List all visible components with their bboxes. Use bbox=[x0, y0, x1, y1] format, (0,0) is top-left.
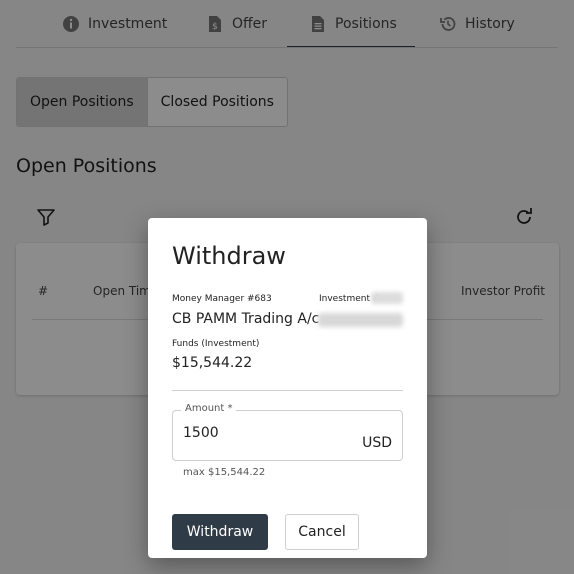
money-manager-name: CB PAMM Trading A/c bbox=[172, 311, 320, 327]
money-manager-label: Money Manager #683 bbox=[172, 294, 272, 304]
withdraw-button[interactable]: Withdraw bbox=[172, 514, 268, 550]
funds-label: Funds (Investment) bbox=[172, 339, 260, 349]
redacted-investor-name bbox=[318, 313, 403, 327]
amount-field: Amount * USD bbox=[172, 403, 403, 461]
redacted-investment-id bbox=[371, 292, 403, 304]
amount-label: Amount * bbox=[181, 403, 237, 414]
amount-input[interactable] bbox=[183, 425, 343, 441]
amount-currency: USD bbox=[362, 435, 392, 451]
dialog-title: Withdraw bbox=[172, 242, 286, 270]
cancel-button[interactable]: Cancel bbox=[285, 514, 359, 550]
funds-value: $15,544.22 bbox=[172, 355, 253, 371]
withdraw-dialog: Withdraw Money Manager #683 Investment #… bbox=[148, 218, 427, 558]
dialog-divider bbox=[172, 390, 403, 391]
max-amount-hint: max $15,544.22 bbox=[183, 467, 266, 478]
